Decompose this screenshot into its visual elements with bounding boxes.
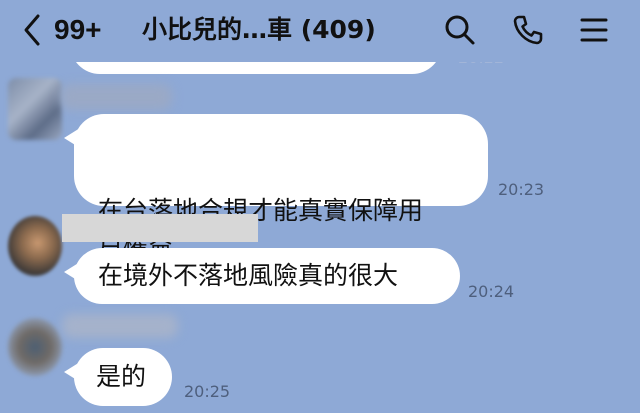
message-timestamp: 20:25 (184, 382, 231, 401)
bubble-tail (64, 262, 80, 282)
chat-title[interactable]: 小比兒的…車 (409) (142, 12, 376, 48)
sender-avatar[interactable] (8, 318, 62, 376)
message-text: 是的 (96, 362, 147, 391)
menu-icon[interactable] (576, 12, 612, 48)
message-text: 在境外不落地風險真的很大 (98, 261, 399, 290)
message-bubble[interactable]: 在境外不落地風險真的很大 (64, 248, 460, 304)
bubble-tail (64, 362, 80, 382)
message-bubble[interactable]: 是的 (64, 348, 172, 406)
phone-icon[interactable] (510, 12, 546, 48)
sender-avatar[interactable] (8, 78, 62, 140)
message-timestamp: 20:24 (468, 282, 515, 301)
message-timestamp: 20:23 (498, 180, 545, 199)
message-bubble[interactable]: 在台落地合規才能真實保障用 戶權益 (64, 114, 488, 259)
sender-name-blurred (60, 84, 172, 110)
chat-header: 99+ 小比兒的…車 (409) (0, 0, 640, 62)
back-chevron-icon[interactable] (18, 10, 48, 50)
unread-count[interactable]: 99+ (54, 12, 102, 48)
search-icon[interactable] (442, 12, 478, 48)
sender-avatar[interactable] (8, 216, 62, 276)
sender-name-redacted (62, 214, 258, 242)
bubble-tail (64, 128, 80, 148)
sender-name-blurred (62, 314, 178, 338)
